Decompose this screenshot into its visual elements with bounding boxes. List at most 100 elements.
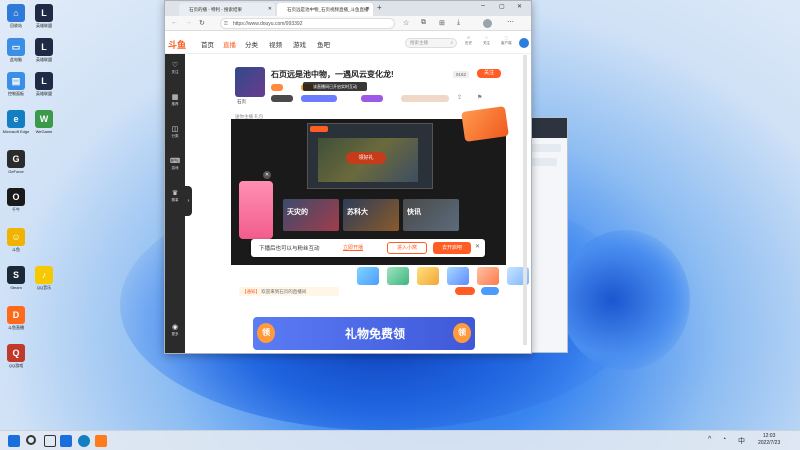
desktop-icon[interactable]: L 英雄联盟 xyxy=(30,72,58,96)
sidebar-item-match[interactable]: ♛ 赛事 xyxy=(165,190,185,203)
close-window-icon[interactable]: ✕ xyxy=(517,3,522,10)
desktop-icon[interactable]: ▭ 此电脑 xyxy=(2,38,30,62)
sidebar-item-follow[interactable]: ♡ 关注 xyxy=(165,62,185,75)
favorite-icon[interactable]: ☆ xyxy=(403,19,409,27)
menu-icon[interactable]: ⋯ xyxy=(507,18,514,26)
send-button[interactable] xyxy=(455,287,475,295)
desktop-icon[interactable]: L 英雄联盟 xyxy=(30,38,58,62)
share-icon[interactable]: ⇪ xyxy=(457,94,462,101)
forward-icon[interactable]: → xyxy=(185,19,192,26)
browser-window[interactable]: 石页的播 - 特利 - 搜索结果 ✕ 石页远是池中物_石页视频直播_斗鱼直播 ✕… xyxy=(164,0,532,354)
search-icon[interactable]: ⌕ xyxy=(450,39,453,47)
prompt-primary-button[interactable]: 去开启吧 xyxy=(433,242,471,254)
gift-item[interactable] xyxy=(357,267,379,285)
widgets-icon[interactable] xyxy=(60,435,72,447)
nav-category[interactable]: 分类 xyxy=(245,39,258,49)
sidebar-label: 推荐 xyxy=(171,102,179,106)
start-icon[interactable] xyxy=(8,435,20,447)
sidebar-collapse-handle[interactable]: › xyxy=(185,186,192,216)
nav-live[interactable]: 直播 xyxy=(223,39,236,49)
badge-tag[interactable] xyxy=(271,84,283,91)
gift-item[interactable] xyxy=(387,267,409,285)
extensions-icon[interactable]: ⧉ xyxy=(421,19,426,27)
nav-home[interactable]: 首页 xyxy=(201,39,214,49)
chat-tool-button[interactable] xyxy=(481,287,499,295)
refresh-icon[interactable]: ↻ xyxy=(199,19,205,27)
back-icon[interactable]: ← xyxy=(171,19,178,26)
prompt-secondary-button[interactable]: 进入小窝 xyxy=(387,242,427,254)
clock[interactable]: 12:03 2022/7/23 xyxy=(758,433,780,447)
collections-icon[interactable]: ⊞ xyxy=(439,19,445,27)
prompt-close-icon[interactable]: ✕ xyxy=(475,243,480,250)
secondary-window-titlebar[interactable] xyxy=(527,118,567,138)
video-card[interactable]: 天灾的 xyxy=(283,199,339,231)
follow-button[interactable]: 关注 xyxy=(477,69,501,78)
video-card[interactable]: 苏科大 xyxy=(343,199,399,231)
close-tab-icon[interactable]: ✕ xyxy=(366,3,370,16)
play-button[interactable]: 领好礼 xyxy=(346,152,386,164)
gift-item[interactable] xyxy=(417,267,439,285)
desktop-icon[interactable]: O 千牛 xyxy=(2,188,30,212)
follow-link[interactable]: ♡ 关注 xyxy=(483,36,490,46)
sidebar-item-more[interactable]: ◉ 更多 xyxy=(165,324,185,337)
desktop-icon[interactable]: e Microsoft Edge xyxy=(2,110,30,134)
client-link[interactable]: ⬚ 客户端 xyxy=(501,36,512,46)
desktop-icon[interactable]: ⌂ 回收站 xyxy=(2,4,30,28)
fans-button[interactable] xyxy=(361,95,383,102)
preview-popup[interactable]: 领好礼 xyxy=(307,123,433,189)
site-search-input[interactable]: 搜索主播 ⌕ xyxy=(405,38,457,48)
secondary-window[interactable] xyxy=(526,117,568,353)
promo-tile-pink[interactable] xyxy=(239,181,273,239)
gift-item[interactable] xyxy=(477,267,499,285)
desktop-icon[interactable]: G GeForce xyxy=(2,150,30,174)
gift-item[interactable] xyxy=(447,267,469,285)
avatar[interactable] xyxy=(483,19,492,28)
desktop-icon[interactable]: D 斗鱼直播 xyxy=(2,306,30,330)
hot-button[interactable] xyxy=(271,95,293,102)
gift-button[interactable] xyxy=(401,95,449,102)
tab-search[interactable]: 石页的播 - 特利 - 搜索结果 ✕ xyxy=(179,3,275,16)
event-banner-art[interactable] xyxy=(461,106,509,142)
report-icon[interactable]: ⚑ xyxy=(477,94,482,101)
nav-game[interactable]: 游戏 xyxy=(293,39,306,49)
nav-video[interactable]: 视频 xyxy=(269,39,282,49)
history-link[interactable]: ⏱ 历史 xyxy=(465,36,472,46)
url-text: https://www.douyu.com/993392 xyxy=(233,21,303,27)
user-avatar[interactable] xyxy=(519,38,529,48)
free-gift-banner[interactable]: 领 礼物免费领 领 xyxy=(253,317,475,350)
nav-yuba[interactable]: 鱼吧 xyxy=(317,39,330,49)
desktop-icon[interactable]: Q QQ游戏 xyxy=(2,344,30,368)
close-panel-icon[interactable]: ✕ xyxy=(263,171,271,179)
close-tab-icon[interactable]: ✕ xyxy=(268,3,272,16)
desktop-icon[interactable]: L 英雄联盟 xyxy=(30,4,58,28)
desktop-icon[interactable]: ▤ 控制面板 xyxy=(2,72,30,96)
desktop-icon[interactable]: ☺ 斗鱼 xyxy=(2,228,30,252)
sidebar-item-recommend[interactable]: ▦ 推荐 xyxy=(165,94,185,107)
language-indicator[interactable]: 中 xyxy=(738,436,745,446)
minimize-icon[interactable]: – xyxy=(481,2,485,9)
streamer-avatar[interactable] xyxy=(235,67,265,97)
search-icon[interactable] xyxy=(26,435,36,445)
page-scrollbar[interactable] xyxy=(523,55,527,345)
network-icon[interactable]: ◔ xyxy=(722,436,726,443)
streamer-name[interactable]: 石页 xyxy=(237,99,246,105)
computer-icon: ▭ xyxy=(7,38,25,56)
task-view-icon[interactable] xyxy=(44,435,56,447)
sidebar-item-game[interactable]: ⌨ 游戏 xyxy=(165,158,185,171)
prompt-link[interactable]: 立即开播 xyxy=(343,244,363,251)
desktop-icon[interactable]: W WeGame xyxy=(30,110,58,134)
maximize-icon[interactable]: ▢ xyxy=(499,3,505,10)
downloads-icon[interactable]: ⤓ xyxy=(457,19,460,27)
edge-taskbar-icon[interactable] xyxy=(78,435,90,447)
desktop-icon[interactable]: S Steam xyxy=(2,266,30,290)
rank-button[interactable] xyxy=(301,95,337,102)
new-tab-icon[interactable]: + xyxy=(377,3,382,12)
tray-chevron-icon[interactable]: ^ xyxy=(708,436,711,443)
sidebar-item-category[interactable]: ◫ 分类 xyxy=(165,126,185,139)
tab-douyu[interactable]: 石页远是池中物_石页视频直播_斗鱼直播 ✕ xyxy=(277,3,373,16)
douyu-logo[interactable]: 斗鱼 xyxy=(168,38,186,51)
video-card[interactable]: 快讯 xyxy=(403,199,459,231)
douyu-taskbar-icon[interactable] xyxy=(95,435,107,447)
url-input[interactable]: ⚿ https://www.douyu.com/993392 xyxy=(220,18,395,29)
desktop-icon[interactable]: ♪ QQ音乐 xyxy=(30,266,58,290)
